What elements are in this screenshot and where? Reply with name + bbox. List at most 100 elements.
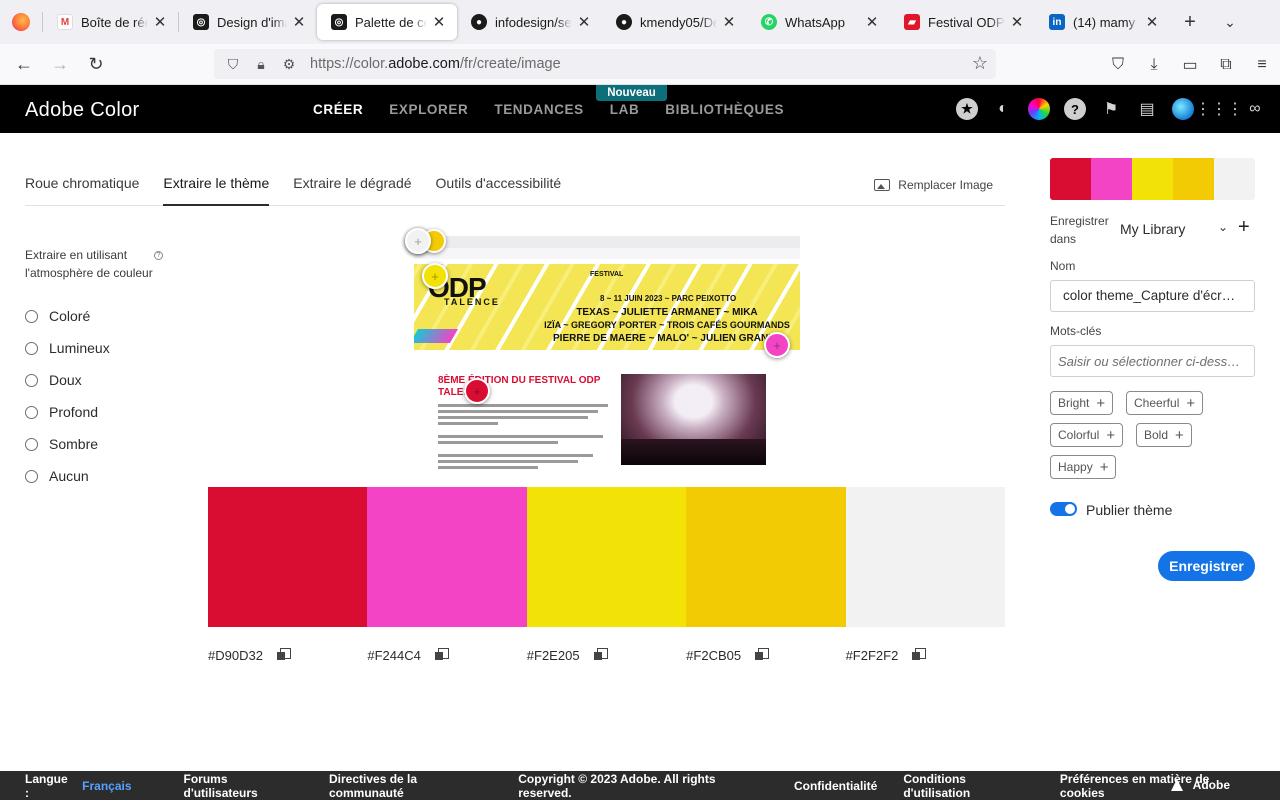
hex-code[interactable]: #F2CB05 (686, 648, 741, 663)
color-swatch[interactable] (526, 487, 687, 627)
footer-link-forums[interactable]: Forums d'utilisateurs (184, 772, 303, 800)
mood-option-lumineux[interactable]: Lumineux (25, 332, 110, 364)
radio-button[interactable] (25, 309, 38, 323)
color-picker-handle-3[interactable]: + (422, 263, 448, 289)
close-tab-icon[interactable]: ✕ (576, 13, 592, 31)
extensions-icon[interactable]: ⧉ (1208, 56, 1244, 74)
info-icon[interactable]: ? (154, 251, 163, 260)
source-image-preview[interactable]: ODP TALENCE FESTIVAL 8 ~ 11 JUIN 2023 ~ … (414, 236, 800, 480)
color-picker-handle-red[interactable]: + (464, 378, 490, 404)
browser-tab-design-images[interactable]: ◎ Design d'images ✕ (179, 4, 317, 40)
publish-toggle[interactable] (1050, 502, 1077, 516)
download-icon[interactable]: ⤓ (1136, 56, 1172, 74)
language-select[interactable]: Français (82, 779, 131, 793)
mood-option-aucun[interactable]: Aucun (25, 460, 110, 492)
footer-link-privacy[interactable]: Confidentialité (794, 779, 877, 793)
browser-tab-github-infodesign[interactable]: ● infodesign/searc ✕ (457, 4, 602, 40)
close-tab-icon[interactable]: ✕ (291, 13, 307, 31)
mood-option-sombre[interactable]: Sombre (25, 428, 110, 460)
reader-view-icon[interactable]: ▭ (1172, 55, 1208, 75)
tab-outils-accessibilite[interactable]: Outils d'accessibilité (436, 170, 562, 206)
tab-extraire-theme[interactable]: Extraire le thème (163, 170, 270, 206)
browser-tab-gmail[interactable]: M Boîte de réceptio ✕ (43, 4, 178, 40)
close-tab-icon[interactable]: ✕ (1144, 13, 1160, 31)
copy-icon[interactable] (912, 647, 927, 662)
nav-tendances[interactable]: TENDANCES (494, 102, 583, 117)
radio-button[interactable] (25, 469, 38, 483)
color-swatch[interactable] (367, 487, 527, 627)
hex-code[interactable]: #D90D32 (208, 648, 263, 663)
reload-icon[interactable]: ↻ (78, 54, 114, 75)
chat-icon[interactable]: ▤ (1136, 98, 1158, 120)
adobe-color-logo[interactable]: Adobe Color (25, 99, 139, 122)
hamburger-menu-icon[interactable]: ≡ (1244, 56, 1280, 74)
theme-name-input[interactable]: color theme_Capture d'écran ... (1050, 280, 1255, 312)
mood-option-doux[interactable]: Doux (25, 364, 110, 396)
tag-colorful[interactable]: Colorful + (1050, 423, 1124, 447)
creative-cloud-icon[interactable]: ∞ (1244, 98, 1266, 120)
color-swatch[interactable] (686, 487, 846, 627)
close-tab-icon[interactable]: ✕ (152, 13, 168, 31)
browser-tab-festival-odp[interactable]: ▰ Festival ODP | Pa ✕ (890, 4, 1035, 40)
tag-bold[interactable]: Bold + (1136, 423, 1192, 447)
avatar[interactable] (1172, 98, 1194, 120)
library-select[interactable]: My Library (1120, 221, 1185, 237)
browser-tab-adobe-color[interactable]: ◎ Palette de couleu ✕ (317, 4, 457, 40)
tab-extraire-degrade[interactable]: Extraire le dégradé (293, 170, 411, 206)
browser-tab-github-kmendy[interactable]: ● kmendy05/Desig ✕ (602, 4, 747, 40)
tag-cheerful[interactable]: Cheerful + (1126, 391, 1204, 415)
copy-icon[interactable] (434, 647, 449, 662)
hex-code[interactable]: #F244C4 (367, 648, 420, 663)
keywords-input[interactable]: Saisir ou sélectionner ci-dessous (1050, 345, 1255, 377)
nav-lab[interactable]: LAB (610, 102, 640, 117)
color-picker-handle-5[interactable]: + (405, 228, 431, 254)
close-tab-icon[interactable]: ✕ (864, 13, 880, 31)
copy-icon[interactable] (276, 647, 291, 662)
color-swatch[interactable] (845, 487, 1006, 627)
permissions-icon[interactable]: ⚙︎ (278, 56, 300, 73)
firefox-logo-icon[interactable] (0, 0, 42, 44)
hex-code[interactable]: #F2F2F2 (846, 648, 899, 663)
color-picker-handle-pink[interactable]: + (764, 332, 790, 358)
radio-button[interactable] (25, 373, 38, 387)
footer-link-guidelines[interactable]: Directives de la communauté (329, 772, 492, 800)
radio-button[interactable] (25, 405, 38, 419)
nav-creer[interactable]: CRÉER (313, 102, 363, 117)
copy-icon[interactable] (755, 647, 770, 662)
footer-link-terms[interactable]: Conditions d'utilisation (903, 772, 1034, 800)
back-arrow-icon[interactable]: ← (6, 54, 42, 75)
tag-bright[interactable]: Bright + (1050, 391, 1114, 415)
close-tab-icon[interactable]: ✕ (431, 13, 447, 31)
alert-icon[interactable]: ⚑ (1100, 98, 1122, 120)
color-swatch[interactable] (208, 487, 368, 627)
forward-arrow-icon[interactable]: → (42, 54, 78, 75)
close-tab-icon[interactable]: ✕ (1009, 13, 1025, 31)
adobe-footer-logo[interactable]: Adobe (1170, 778, 1256, 792)
star-icon[interactable]: ★ (956, 98, 978, 120)
url-bar[interactable]: ⛉ 🔒︎ ⚙︎ https://color.adobe.com/fr/creat… (214, 49, 996, 79)
bookmark-star-icon[interactable]: ☆ (972, 53, 988, 74)
copy-icon[interactable] (593, 647, 608, 662)
nav-explorer[interactable]: EXPLORER (389, 102, 468, 117)
lock-icon[interactable]: 🔒︎ (250, 56, 272, 73)
close-tab-icon[interactable]: ✕ (721, 13, 737, 31)
hex-code[interactable]: #F2E205 (527, 648, 580, 663)
shield-icon[interactable]: ⛉ (222, 56, 244, 73)
add-library-plus-icon[interactable]: + (1238, 216, 1250, 239)
chevron-down-icon[interactable]: ⌄ (1218, 220, 1228, 234)
nav-bibliotheques[interactable]: BIBLIOTHÈQUES (665, 102, 784, 117)
mood-option-profond[interactable]: Profond (25, 396, 110, 428)
help-icon[interactable]: ? (1064, 98, 1086, 120)
radio-button[interactable] (25, 341, 38, 355)
tab-list-chevron-icon[interactable]: ⌄ (1210, 14, 1250, 31)
replace-image-button[interactable]: Remplacer Image (874, 178, 993, 192)
browser-tab-linkedin[interactable]: in (14) mamy mend ✕ (1035, 4, 1170, 40)
pocket-icon[interactable]: ⛉ (1100, 56, 1136, 74)
contrast-icon[interactable]: ◐ (992, 98, 1014, 120)
apps-grid-icon[interactable]: ⋮⋮⋮ (1195, 98, 1243, 120)
mood-option-colore[interactable]: Coloré (25, 300, 110, 332)
new-tab-plus-icon[interactable]: + (1170, 11, 1210, 34)
tag-happy[interactable]: Happy + (1050, 455, 1117, 479)
color-wheel-icon[interactable] (1028, 98, 1050, 120)
save-button[interactable]: Enregistrer (1158, 551, 1255, 581)
